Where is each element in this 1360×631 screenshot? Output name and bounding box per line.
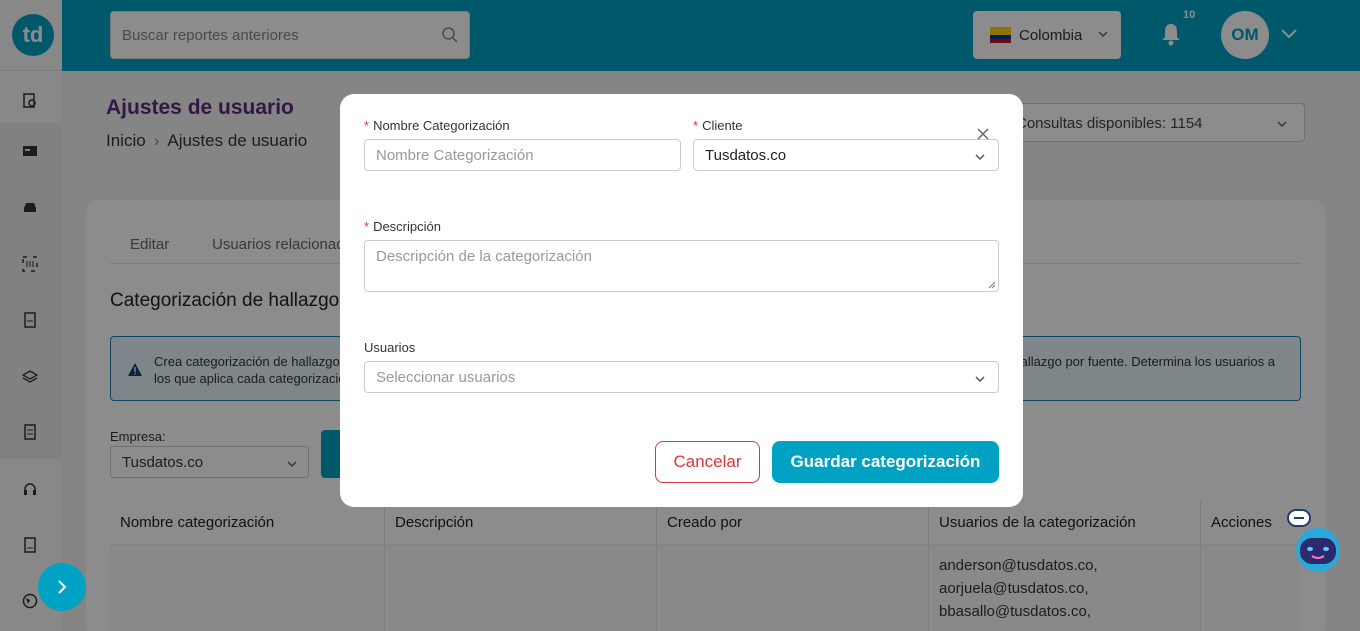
descripcion-placeholder: Descripción de la categorización bbox=[376, 248, 592, 265]
save-categorization-button[interactable]: Guardar categorización bbox=[772, 441, 999, 483]
usuarios-placeholder: Seleccionar usuarios bbox=[376, 369, 516, 386]
sidebar-expand-button[interactable] bbox=[38, 563, 86, 611]
chevron-down-icon bbox=[975, 376, 985, 383]
cliente-select[interactable]: Tusdatos.co bbox=[693, 139, 999, 171]
descripcion-textarea[interactable]: Descripción de la categorización bbox=[364, 240, 999, 292]
nombre-label: * Nombre Categorización bbox=[364, 118, 510, 133]
resize-handle-icon[interactable] bbox=[988, 281, 996, 289]
cancel-button[interactable]: Cancelar bbox=[655, 441, 760, 483]
close-icon[interactable] bbox=[976, 127, 990, 141]
cliente-value: Tusdatos.co bbox=[705, 147, 787, 164]
nombre-input[interactable]: Nombre Categorización bbox=[364, 139, 681, 171]
nombre-placeholder: Nombre Categorización bbox=[376, 147, 534, 164]
chatbot-icon[interactable] bbox=[1286, 508, 1350, 572]
cliente-label: * Cliente bbox=[693, 118, 743, 133]
descripcion-label: * Descripción bbox=[364, 219, 441, 234]
chevron-down-icon bbox=[975, 154, 985, 161]
usuarios-select[interactable]: Seleccionar usuarios bbox=[364, 361, 999, 393]
usuarios-label: Usuarios bbox=[364, 340, 416, 355]
chevron-right-icon bbox=[58, 580, 67, 594]
categorization-modal: * Nombre Categorización Nombre Categoriza… bbox=[340, 94, 1023, 507]
